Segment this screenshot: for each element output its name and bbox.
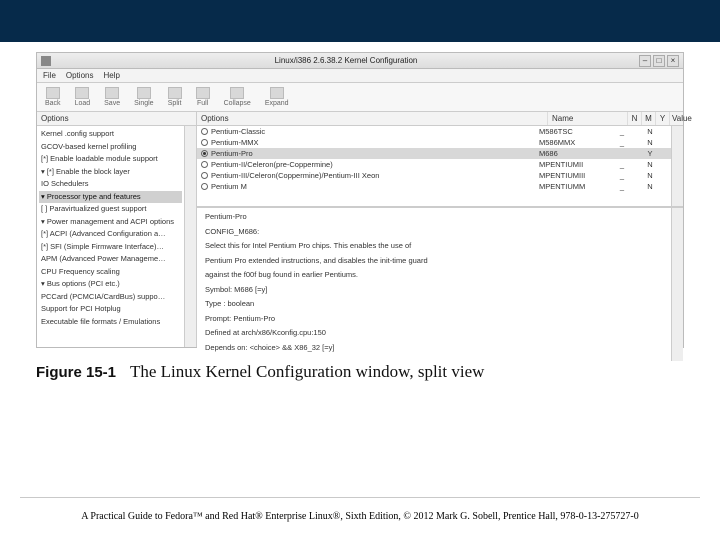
option-label: Pentium-MMX — [211, 138, 259, 147]
option-label: Pentium-Classic — [211, 127, 265, 136]
app-icon — [41, 56, 51, 66]
window-title: Linux/i386 2.6.38.2 Kernel Configuration — [55, 56, 637, 65]
detail-body-3: against the f00f bug found in earlier Pe… — [205, 270, 663, 281]
tree-item[interactable]: IO Schedulers — [39, 178, 182, 191]
minimize-button[interactable]: – — [639, 55, 651, 67]
detail-title: Pentium-Pro — [205, 212, 663, 223]
option-symbol: M686 — [535, 149, 615, 158]
left-pane-header: Options — [37, 112, 196, 126]
close-button[interactable]: × — [667, 55, 679, 67]
option-symbol: M586MMX — [535, 138, 615, 147]
radio-icon[interactable] — [201, 150, 208, 157]
tree-item[interactable]: ▾ Processor type and features — [39, 191, 182, 204]
option-row[interactable]: Pentium MMPENTIUMM_N — [197, 181, 671, 192]
menu-options[interactable]: Options — [66, 71, 94, 80]
single-button[interactable]: Single — [134, 87, 153, 107]
option-label: Pentium M — [211, 182, 247, 191]
option-symbol: MPENTIUMIII — [535, 171, 615, 180]
split-button[interactable]: Split — [168, 87, 182, 107]
right-pane: Options Name N M Y Value Pentium-Classic… — [197, 112, 683, 347]
kernel-config-window: Linux/i386 2.6.38.2 Kernel Configuration… — [36, 52, 684, 348]
option-symbol: MPENTIUMII — [535, 160, 615, 169]
option-row[interactable]: Pentium-MMXM586MMX_N — [197, 137, 671, 148]
tree-item[interactable]: PCCard (PCMCIA/CardBus) suppo… — [39, 291, 182, 304]
option-row[interactable]: Pentium-ClassicM586TSC_N — [197, 126, 671, 137]
detail-depends: Depends on: <choice> && X86_32 [=y] — [205, 343, 663, 354]
tree-item[interactable]: ▾ [*] Enable the block layer — [39, 166, 182, 179]
detail-prompt: Prompt: Pentium-Pro — [205, 314, 663, 325]
detail-pane: Pentium-Pro CONFIG_M686: Select this for… — [197, 208, 671, 361]
figure-caption-text: The Linux Kernel Configuration window, s… — [130, 362, 484, 381]
option-label: Pentium-II/Celeron(pre-Coppermine) — [211, 160, 333, 169]
option-symbol: M586TSC — [535, 127, 615, 136]
tree-item[interactable]: Kernel .config support — [39, 128, 182, 141]
tree-item[interactable]: [*] ACPI (Advanced Configuration a… — [39, 228, 182, 241]
tree-item[interactable]: ▾ Bus options (PCI etc.) — [39, 278, 182, 291]
detail-body-2: Pentium Pro extended instructions, and d… — [205, 256, 663, 267]
save-icon — [105, 87, 119, 99]
radio-icon[interactable] — [201, 183, 208, 190]
full-button[interactable]: Full — [196, 87, 210, 107]
detail-symbol: Symbol: M686 [=y] — [205, 285, 663, 296]
radio-icon[interactable] — [201, 128, 208, 135]
collapse-icon — [230, 87, 244, 99]
tree-item[interactable]: [ ] Paravirtualized guest support — [39, 203, 182, 216]
tree-item[interactable]: GCOV-based kernel profiling — [39, 141, 182, 154]
tree-item[interactable]: CPU Frequency scaling — [39, 266, 182, 279]
toolbar: Back Load Save Single Split Full Collaps… — [37, 83, 683, 112]
detail-defined-at: Defined at arch/x86/Kconfig.cpu:150 — [205, 328, 663, 339]
menu-file[interactable]: File — [43, 71, 56, 80]
option-row[interactable]: Pentium-ProM686Y — [197, 148, 671, 159]
detail-type: Type : boolean — [205, 299, 663, 310]
option-row[interactable]: Pentium-III/Celeron(Coppermine)/Pentium-… — [197, 170, 671, 181]
right-list-header: Options Name N M Y Value — [197, 112, 683, 126]
load-button[interactable]: Load — [75, 87, 91, 107]
menu-help[interactable]: Help — [103, 71, 119, 80]
detail-scrollbar[interactable] — [671, 208, 683, 361]
radio-icon[interactable] — [201, 139, 208, 146]
tree-item[interactable]: ▾ Power management and ACPI options — [39, 216, 182, 229]
radio-icon[interactable] — [201, 161, 208, 168]
back-button[interactable]: Back — [45, 87, 61, 107]
options-tree[interactable]: Kernel .config supportGCOV-based kernel … — [37, 126, 184, 347]
processor-option-list[interactable]: Pentium-ClassicM586TSC_NPentium-MMXM586M… — [197, 126, 671, 206]
save-button[interactable]: Save — [104, 87, 120, 107]
option-row[interactable]: Pentium-II/Celeron(pre-Coppermine) MPENTI… — [197, 159, 671, 170]
slide-top-bar — [0, 0, 720, 42]
option-label: Pentium-Pro — [211, 149, 253, 158]
single-icon — [137, 87, 151, 99]
expand-button[interactable]: Expand — [265, 87, 289, 107]
tree-item[interactable]: [*] SFI (Simple Firmware Interface)… — [39, 241, 182, 254]
back-icon — [46, 87, 60, 99]
option-symbol: MPENTIUMM — [535, 182, 615, 191]
full-icon — [196, 87, 210, 99]
left-scrollbar[interactable] — [184, 126, 196, 347]
window-titlebar[interactable]: Linux/i386 2.6.38.2 Kernel Configuration… — [37, 53, 683, 69]
option-label: Pentium-III/Celeron(Coppermine)/Pentium-… — [211, 171, 379, 180]
detail-body-1: Select this for Intel Pentium Pro chips.… — [205, 241, 663, 252]
detail-config: CONFIG_M686: — [205, 227, 663, 238]
split-icon — [168, 87, 182, 99]
radio-icon[interactable] — [201, 172, 208, 179]
footer-divider — [20, 497, 700, 498]
expand-icon — [270, 87, 284, 99]
left-options-pane: Options Kernel .config supportGCOV-based… — [37, 112, 197, 347]
tree-item[interactable]: Executable file formats / Emulations — [39, 316, 182, 329]
footer-citation: A Practical Guide to Fedora™ and Red Hat… — [0, 511, 720, 522]
figure-number: Figure 15-1 — [36, 364, 116, 381]
menubar: File Options Help — [37, 69, 683, 83]
tree-item[interactable]: Support for PCI Hotplug — [39, 303, 182, 316]
right-list-scrollbar[interactable] — [671, 126, 683, 206]
tree-item[interactable]: APM (Advanced Power Manageme… — [39, 253, 182, 266]
tree-item[interactable]: [*] Enable loadable module support — [39, 153, 182, 166]
collapse-button[interactable]: Collapse — [224, 87, 251, 107]
load-icon — [75, 87, 89, 99]
maximize-button[interactable]: □ — [653, 55, 665, 67]
